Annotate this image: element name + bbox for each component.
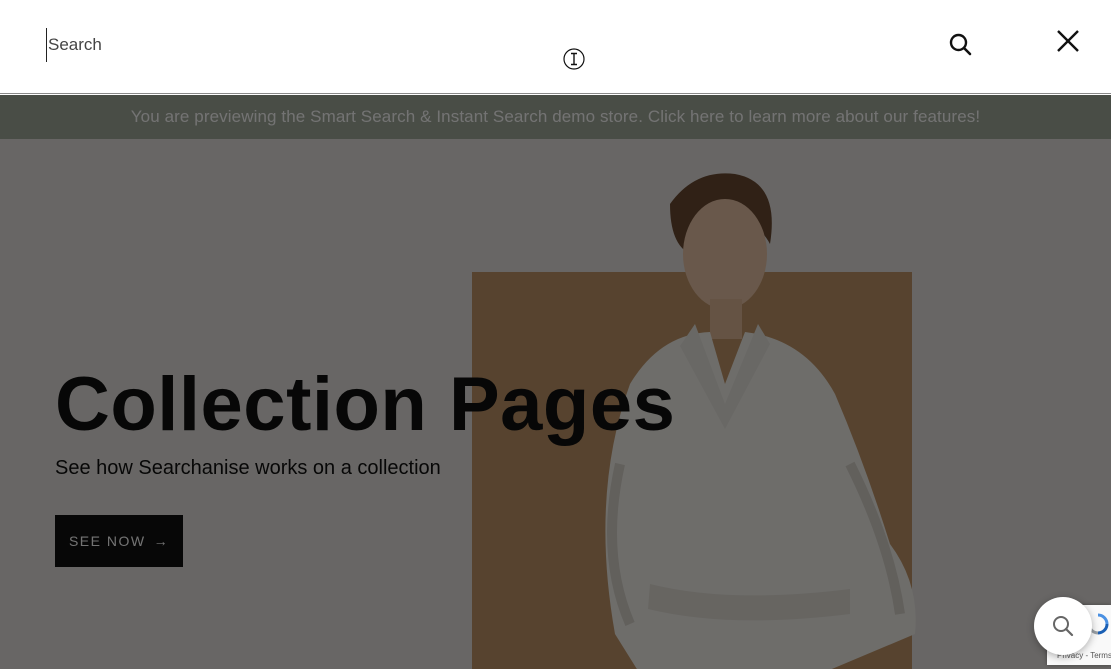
- see-now-label: SEE NOW: [68, 533, 146, 549]
- search-widget-button[interactable]: [1034, 597, 1092, 655]
- hero-banner: Collection Pages See how Searchanise wor…: [0, 139, 1111, 669]
- see-now-button[interactable]: SEE NOW →: [55, 515, 183, 567]
- announcement-bar[interactable]: You are previewing the Smart Search & In…: [0, 95, 1111, 139]
- search-widget-icon: [1053, 616, 1074, 637]
- search-header: [0, 0, 1111, 94]
- arrow-right-icon: →: [153, 533, 170, 549]
- close-icon[interactable]: [1052, 25, 1084, 57]
- hero-title: Collection Pages: [55, 362, 676, 447]
- search-input[interactable]: [46, 28, 926, 62]
- hero-subtitle: See how Searchanise works on a collectio…: [55, 457, 441, 479]
- text-cursor-icon: [563, 48, 585, 70]
- search-icon[interactable]: [946, 30, 976, 60]
